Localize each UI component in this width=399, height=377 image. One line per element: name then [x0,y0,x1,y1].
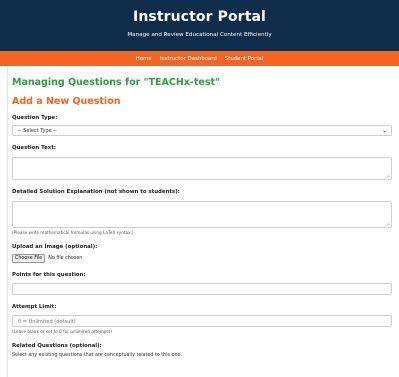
choose-file-button[interactable]: Choose File [12,254,46,263]
related-questions-description: Select any existing questions that are c… [12,353,183,358]
resize-grip-icon[interactable] [386,222,390,226]
page-heading: Managing Questions for "TEACHx-test" [12,77,220,88]
file-status-text: No file chosen [48,256,83,261]
attempt-limit-hint: (Leave blank or set to 0 for unlimited a… [12,329,112,334]
file-upload-row: Choose File No file chosen [12,254,399,263]
question-text-textarea[interactable] [12,157,392,180]
latex-hint: (Please write mathematical formulas usin… [12,230,134,235]
main-content: Managing Questions for "TEACHx-test" Add… [7,66,399,377]
solution-textarea[interactable] [12,201,392,228]
image-upload-label: Upload an Image (optional): [12,244,98,250]
section-heading: Add a New Question [12,96,121,107]
question-type-label: Question Type: [12,115,58,121]
solution-label: Detailed Solution Explanation (not shown… [12,189,180,195]
resize-grip-icon[interactable] [386,174,390,178]
nav-instructor-dashboard-link[interactable]: Instructor Dashboard [160,56,217,62]
attempt-limit-input[interactable]: 0 = Unlimited (default) [12,315,392,327]
attempt-limit-label: Attempt Limit: [12,304,57,310]
related-questions-label: Related Questions (optional): [12,343,102,349]
points-input[interactable] [12,283,392,295]
attempt-limit-placeholder: 0 = Unlimited (default) [18,319,76,325]
nav-home-link[interactable]: Home [136,56,152,62]
question-type-select[interactable]: -- Select Type -- ⌄ [12,125,392,136]
points-label: Points for this question: [12,272,86,278]
question-text-label: Question Text: [12,145,56,151]
question-type-selected: -- Select Type -- [18,128,57,134]
top-nav: Home Instructor Dashboard Student Portal [0,51,399,66]
nav-student-portal-link[interactable]: Student Portal [225,56,263,62]
site-subtitle: Manage and Review Educational Content Ef… [127,32,272,38]
chevron-down-icon: ⌄ [381,127,387,134]
site-header: Instructor Portal Manage and Review Educ… [0,0,399,51]
site-title: Instructor Portal [133,9,266,25]
